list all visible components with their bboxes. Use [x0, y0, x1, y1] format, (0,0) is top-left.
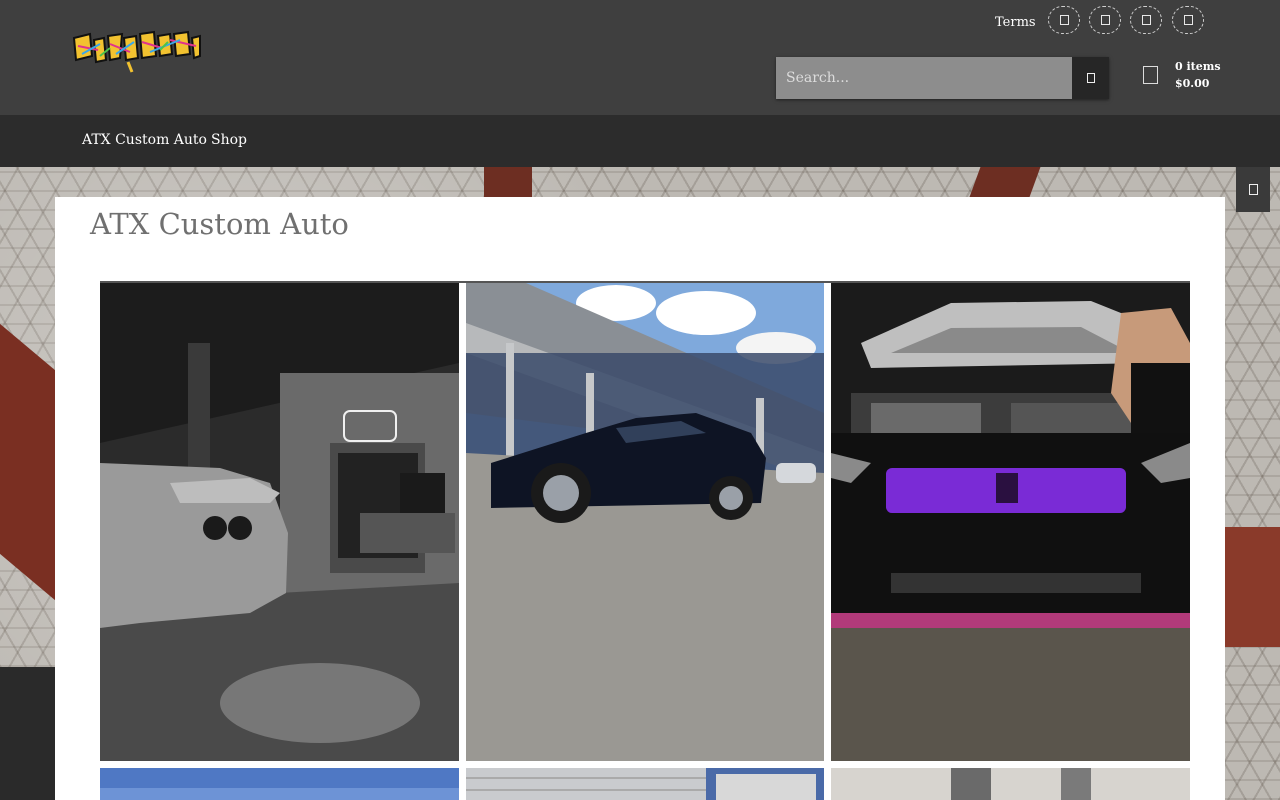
terms-link[interactable]: Terms — [995, 15, 1036, 30]
nav-item-shop[interactable]: Shop — [211, 132, 247, 148]
social-glyph-icon — [1059, 15, 1069, 25]
social-glyph-icon — [1141, 15, 1151, 25]
sidebar-toggle-button[interactable] — [1236, 167, 1270, 212]
ceiling-beam — [484, 167, 532, 197]
page-title: ATX Custom Auto — [90, 207, 349, 241]
social-glyph-icon — [1100, 15, 1110, 25]
shop-interior-photo[interactable] — [100, 283, 459, 761]
nav-item-atx-custom-auto[interactable]: ATX Custom Auto — [82, 132, 207, 148]
main-navigation: ATX Custom Auto Shop — [0, 115, 1280, 167]
garage-ceiling-photo[interactable] — [831, 768, 1190, 800]
search-input[interactable] — [776, 57, 1072, 99]
social-glyph-icon — [1183, 15, 1193, 25]
cart-total[interactable]: $0.00 — [1175, 77, 1209, 90]
cart-icon[interactable] — [1143, 66, 1158, 84]
site-header: Terms 0 items $0.00 — [0, 0, 1280, 115]
social-icon-2[interactable] — [1089, 6, 1121, 34]
ceiling-beam — [0, 323, 55, 601]
search-icon — [1086, 73, 1095, 83]
suv-parking-lot-photo[interactable] — [466, 283, 824, 761]
cart-item-count[interactable]: 0 items — [1175, 60, 1221, 73]
dark-wall-segment — [0, 667, 55, 800]
car-purple-grille-photo[interactable] — [831, 283, 1190, 761]
ceiling-beam — [969, 167, 1041, 197]
toggle-icon — [1248, 184, 1258, 195]
social-icon-3[interactable] — [1130, 6, 1162, 34]
social-icon-1[interactable] — [1048, 6, 1080, 34]
garage-door-photo[interactable] — [466, 768, 824, 800]
logo-graffiti — [72, 30, 201, 73]
content-panel: ATX Custom Auto — [55, 197, 1225, 800]
ceiling-beam — [1225, 527, 1280, 647]
social-icon-4[interactable] — [1172, 6, 1204, 34]
search-form — [776, 57, 1109, 99]
sky-photo[interactable] — [100, 768, 459, 800]
search-button[interactable] — [1072, 57, 1109, 99]
site-logo[interactable] — [70, 26, 202, 76]
